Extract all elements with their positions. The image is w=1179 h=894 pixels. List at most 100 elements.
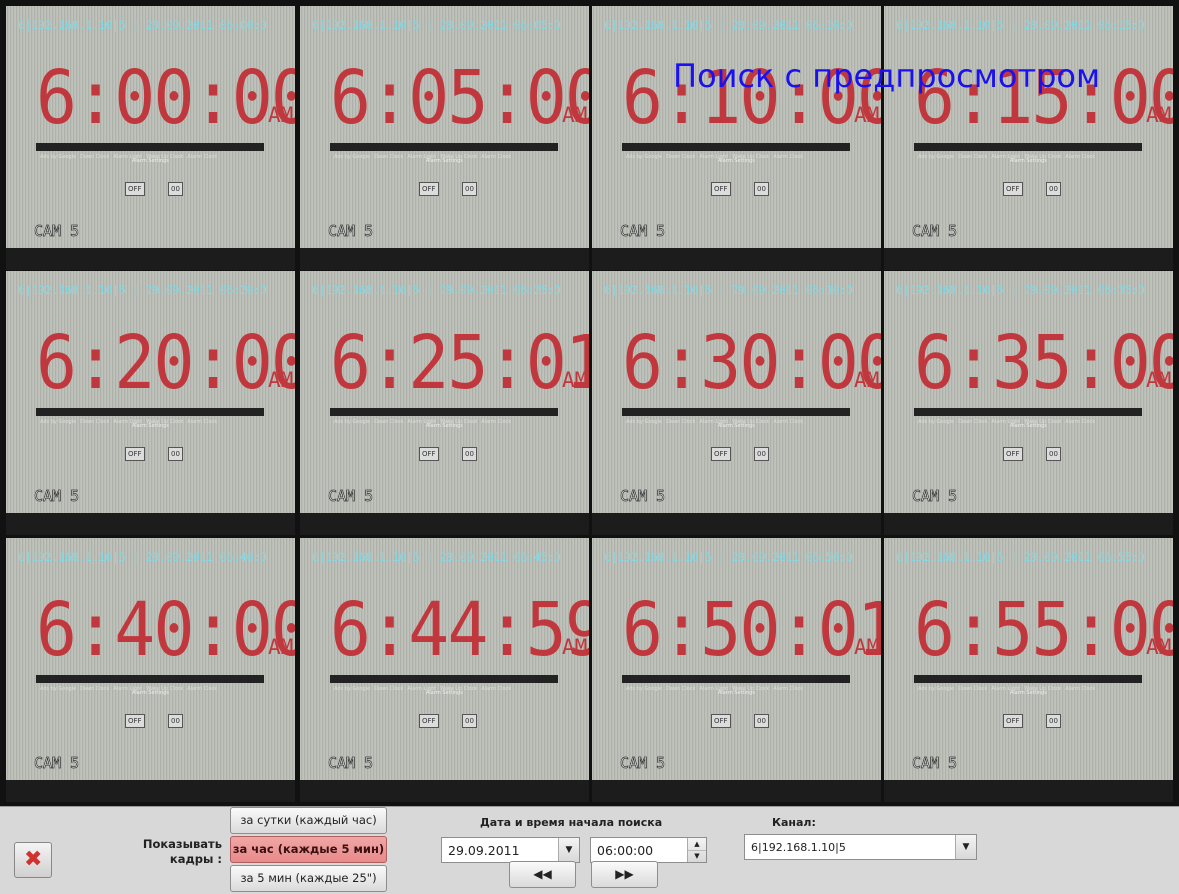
alarm-off-select: OFF	[125, 714, 145, 728]
alarm-settings-label: Alarm Settings	[132, 690, 169, 696]
datetime-label: Дата и время начала поиска	[480, 816, 663, 829]
time-field[interactable]: 06:00:00 ▲ ▼	[590, 837, 707, 863]
ad-link: Alarm Clock	[481, 154, 512, 160]
time-value: 06:00:00	[597, 843, 654, 858]
ad-link: Alarm Clock	[1065, 154, 1096, 160]
frame-timestamp: 6|192.168.1.10|5 | 29.09.2011 06:30:0	[604, 283, 853, 297]
clock-ampm: AM	[268, 635, 294, 659]
ad-link: Alarm Clock	[1065, 686, 1096, 692]
preview-frame[interactable]: 6|192.168.1.10|5 | 29.09.2011 06:50:0 6:5…	[592, 538, 881, 802]
5min-25sec-button[interactable]: за 5 мин (каждые 25")	[230, 865, 387, 892]
preview-frame[interactable]: 6|192.168.1.10|5 | 29.09.2011 06:30:0 6:3…	[592, 271, 881, 535]
ad-link: Ads by Google	[334, 686, 371, 692]
clock-ampm: AM	[854, 103, 880, 127]
ad-link: Ads by Google	[918, 154, 955, 160]
preview-frame[interactable]: 6|192.168.1.10|5 | 29.09.2011 06:00:0 6:0…	[6, 6, 295, 270]
ad-link: Alarm Clock	[187, 419, 218, 425]
ad-link: Ads by Google	[918, 686, 955, 692]
clock-ad-bar: Ads by Google Dawn Clock Alarm Light Wake U…	[622, 408, 850, 425]
prev-button[interactable]: ◀◀	[509, 861, 576, 888]
date-dropdown-icon[interactable]: ▼	[558, 838, 579, 862]
ad-link: Dawn Clock	[958, 686, 988, 692]
clock-ad-bar: Ads by Google Dawn Clock Alarm Light Wake U…	[36, 675, 264, 692]
alarm-minute-select: 00	[462, 447, 477, 461]
frame-timestamp: 6|192.168.1.10|5 | 29.09.2011 06:40:0	[18, 550, 267, 564]
clock-ad-bar: Ads by Google Dawn Clock Alarm Light Wake U…	[622, 675, 850, 692]
ad-link: Alarm Clock	[481, 419, 512, 425]
clock-ad-bar: Ads by Google Dawn Clock Alarm Light Wake U…	[330, 408, 558, 425]
alarm-minute-select: 00	[754, 714, 769, 728]
preview-frame[interactable]: 6|192.168.1.10|5 | 29.09.2011 06:40:0 6:4…	[6, 538, 295, 802]
ad-link: Alarm Clock	[773, 154, 804, 160]
preview-frame[interactable]: 6|192.168.1.10|5 | 29.09.2011 06:15:0 6:1…	[884, 6, 1173, 270]
ad-link: Ads by Google	[626, 419, 663, 425]
channel-value: 6|192.168.1.10|5	[751, 841, 846, 854]
frame-timestamp: 6|192.168.1.10|5 | 29.09.2011 06:00:0	[18, 18, 267, 32]
spin-down-icon[interactable]: ▼	[688, 850, 706, 862]
alarm-settings-label: Alarm Settings	[1010, 423, 1047, 429]
preview-frame[interactable]: 6|192.168.1.10|5 | 29.09.2011 06:55:0 6:5…	[884, 538, 1173, 802]
camera-label: CAM 5	[328, 754, 374, 773]
clock-ampm: AM	[268, 103, 294, 127]
close-button[interactable]: ✖	[14, 842, 52, 878]
ad-link: Dawn Clock	[80, 686, 110, 692]
alarm-off-select: OFF	[711, 714, 731, 728]
clock-time: 6:00:00	[36, 55, 295, 141]
frame-timestamp: 6|192.168.1.10|5 | 29.09.2011 06:35:0	[896, 283, 1145, 297]
next-button[interactable]: ▶▶	[591, 861, 658, 888]
camera-label: CAM 5	[328, 487, 374, 506]
alarm-settings-label: Alarm Settings	[426, 690, 463, 696]
clock-ad-bar: Ads by Google Dawn Clock Alarm Light Wake U…	[914, 143, 1142, 160]
clock-ampm: AM	[1146, 103, 1172, 127]
frame-timestamp: 6|192.168.1.10|5 | 29.09.2011 06:50:0	[604, 550, 853, 564]
ad-link: Alarm Clock	[773, 686, 804, 692]
preview-frame[interactable]: 6|192.168.1.10|5 | 29.09.2011 06:45:0 6:4…	[300, 538, 589, 802]
ad-link: Dawn Clock	[666, 686, 696, 692]
preview-frame[interactable]: 6|192.168.1.10|5 | 29.09.2011 06:25:0 6:2…	[300, 271, 589, 535]
clock-ampm: AM	[1146, 368, 1172, 392]
clock-time: 6:30:00	[622, 320, 881, 406]
clock-time: 6:40:00	[36, 587, 295, 673]
ad-link: Alarm Clock	[187, 154, 218, 160]
clock-time: 6:44:59	[330, 587, 589, 673]
alarm-settings-label: Alarm Settings	[718, 423, 755, 429]
clock-ampm: AM	[562, 368, 588, 392]
alarm-settings-label: Alarm Settings	[132, 158, 169, 164]
preview-frame[interactable]: 6|192.168.1.10|5 | 29.09.2011 06:10:0 6:1…	[592, 6, 881, 270]
clock-time: 6:20:00	[36, 320, 295, 406]
alarm-minute-select: 00	[462, 182, 477, 196]
preview-frame[interactable]: 6|192.168.1.10|5 | 29.09.2011 06:05:0 6:0…	[300, 6, 589, 270]
alarm-off-select: OFF	[125, 182, 145, 196]
frame-timestamp: 6|192.168.1.10|5 | 29.09.2011 06:10:0	[604, 18, 853, 32]
ad-link: Dawn Clock	[374, 154, 404, 160]
channel-select[interactable]: 6|192.168.1.10|5 ▼	[744, 834, 977, 860]
alarm-settings-label: Alarm Settings	[718, 158, 755, 164]
clock-ampm: AM	[854, 368, 880, 392]
hour-5min-button[interactable]: за час (каждые 5 мин)	[230, 836, 387, 863]
clock-ampm: AM	[854, 635, 880, 659]
camera-label: CAM 5	[620, 487, 666, 506]
ad-link: Ads by Google	[626, 154, 663, 160]
alarm-settings-label: Alarm Settings	[426, 423, 463, 429]
alarm-settings-label: Alarm Settings	[132, 423, 169, 429]
date-field[interactable]: 29.09.2011 ▼	[441, 837, 580, 863]
preview-frame[interactable]: 6|192.168.1.10|5 | 29.09.2011 06:35:0 6:3…	[884, 271, 1173, 535]
clock-ad-bar: Ads by Google Dawn Clock Alarm Light Wake U…	[330, 675, 558, 692]
alarm-minute-select: 00	[462, 714, 477, 728]
time-spinner[interactable]: ▲ ▼	[687, 838, 706, 862]
clock-ad-bar: Ads by Google Dawn Clock Alarm Light Wake U…	[914, 408, 1142, 425]
alarm-off-select: OFF	[1003, 182, 1023, 196]
control-panel: ✖ Показывать кадры : за сутки (каждый ча…	[0, 806, 1179, 894]
clock-ampm: AM	[1146, 635, 1172, 659]
clock-ad-bar: Ads by Google Dawn Clock Alarm Light Wake U…	[622, 143, 850, 160]
frame-timestamp: 6|192.168.1.10|5 | 29.09.2011 06:55:0	[896, 550, 1145, 564]
close-icon: ✖	[24, 847, 43, 872]
day-hourly-button[interactable]: за сутки (каждый час)	[230, 807, 387, 834]
alarm-minute-select: 00	[754, 182, 769, 196]
ad-link: Dawn Clock	[958, 419, 988, 425]
preview-frame[interactable]: 6|192.168.1.10|5 | 29.09.2011 06:20:0 6:2…	[6, 271, 295, 535]
ad-link: Ads by Google	[40, 686, 77, 692]
ad-link: Alarm Clock	[187, 686, 218, 692]
channel-dropdown-icon[interactable]: ▼	[955, 835, 976, 859]
alarm-minute-select: 00	[754, 447, 769, 461]
